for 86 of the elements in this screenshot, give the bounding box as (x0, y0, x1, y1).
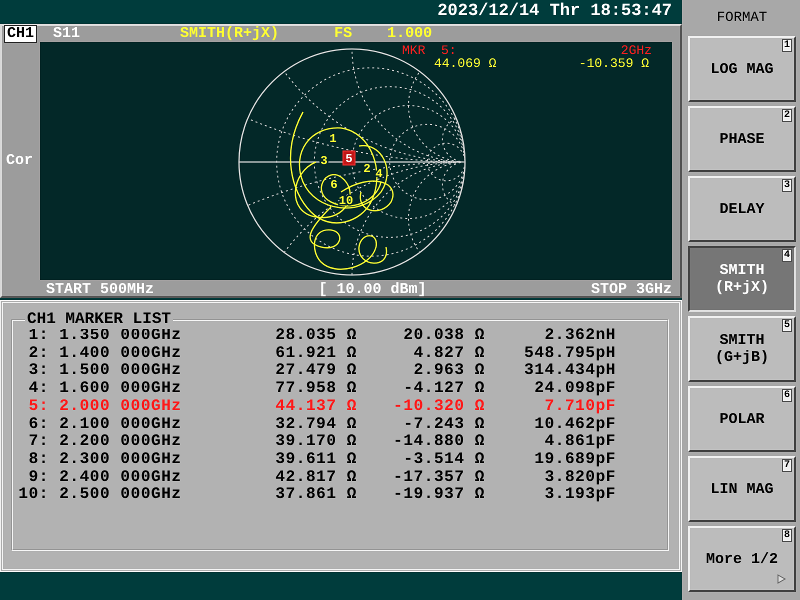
marker-number: 5 (345, 152, 353, 166)
marker-index: 4: (28, 379, 49, 398)
key-number: 5 (782, 319, 792, 332)
power-level: [ 10.00 dBm] (318, 280, 427, 300)
marker-resistance: 27.479 Ω (275, 361, 357, 380)
marker-equivalent: 2.362nH (544, 326, 616, 344)
key-number: 6 (782, 389, 792, 402)
marker-reactance: -19.937 Ω (393, 485, 485, 504)
marker-equivalent: 314.434pH (524, 361, 616, 380)
marker-frequency: 2.500 000GHz (58, 485, 182, 504)
marker-index: 2: (28, 344, 49, 362)
marker-resistance: 37.861 Ω (275, 485, 357, 504)
marker-number: 2 (363, 162, 371, 176)
marker-equivalent: 3.820pF (544, 468, 616, 486)
marker-equivalent: 7.710pF (544, 396, 616, 415)
key-number: 3 (782, 179, 792, 192)
marker-equivalent: 24.098pF (534, 379, 616, 398)
marker-reactance: -7.243 Ω (403, 414, 485, 433)
marker-number: 1 (329, 132, 337, 146)
marker-reactance: -10.320 Ω (393, 396, 485, 415)
marker-frequency: 1.400 000GHz (58, 344, 182, 362)
marker-resistance: 77.958 Ω (275, 379, 357, 398)
marker-frequency: 2.300 000GHz (58, 450, 182, 468)
format-softkey[interactable]: SMITH (R+jX) 4 (688, 246, 796, 312)
marker-index: 9: (28, 468, 49, 486)
date-time: 2023/12/14 Thr 18:53:47 (437, 1, 672, 24)
marker-resistance: 28.035 Ω (275, 326, 357, 344)
marker-reactance: 4.827 Ω (414, 344, 485, 362)
marker-equivalent: 4.861pF (544, 432, 616, 450)
marker-frequency: 1.500 000GHz (58, 361, 182, 380)
marker-equivalent: 19.689pF (534, 450, 616, 468)
menu-title: FORMAT (716, 8, 768, 28)
key-number: 1 (782, 39, 792, 52)
marker-index: 6: (28, 414, 49, 433)
scale-label: FS (334, 26, 352, 42)
marker-readout-label: MKR 5: (402, 44, 457, 57)
marker-equivalent: 548.795pH (524, 344, 616, 362)
marker-index: 8: (28, 450, 49, 468)
key-number: 8 (782, 529, 792, 542)
marker-resistance: 39.170 Ω (275, 432, 357, 450)
marker-resistance: 44.137 Ω (275, 396, 357, 415)
marker-number: 6 (330, 178, 338, 192)
marker-index: 5: (28, 396, 49, 415)
marker-index: 3: (28, 361, 49, 380)
channel-label: CH1 (4, 25, 38, 43)
format-softkey[interactable]: DELAY 3 (688, 176, 796, 242)
marker-equivalent: 3.193pF (544, 485, 616, 504)
marker-frequency: 1.600 000GHz (58, 379, 182, 398)
marker-reactance: -14.880 Ω (393, 432, 485, 450)
marker-frequency: 2.200 000GHz (58, 432, 182, 450)
format-softkey[interactable]: POLAR 6 (688, 386, 796, 452)
marker-readout-resistance: 44.069 Ω (434, 57, 496, 70)
stop-frequency: STOP 3GHz (590, 280, 672, 300)
scale-value: 1.000 (387, 26, 432, 42)
marker-reactance: 20.038 Ω (403, 326, 485, 344)
marker-frequency: 2.400 000GHz (58, 468, 182, 486)
marker-frequency: 2.000 000GHz (58, 396, 182, 415)
key-number: 2 (782, 109, 792, 122)
format-softkey[interactable]: LOG MAG 1 (688, 36, 796, 102)
marker-resistance: 32.794 Ω (275, 414, 357, 433)
marker-reactance: -4.127 Ω (403, 379, 485, 398)
format-softkey[interactable]: More 1/2 8 (688, 526, 796, 592)
marker-index: 1: (28, 326, 49, 344)
format-softkey[interactable]: SMITH (G+jB) 5 (688, 316, 796, 382)
key-number: 7 (782, 459, 792, 472)
marker-resistance: 42.817 Ω (275, 468, 357, 486)
correction-label: Cor (6, 150, 34, 171)
marker-reactance: -3.514 Ω (403, 450, 485, 468)
format-label: SMITH(R+jX) (180, 26, 280, 42)
parameter-label: S11 (53, 26, 80, 42)
marker-reactance: 2.963 Ω (414, 361, 485, 380)
marker-resistance: 61.921 Ω (275, 344, 357, 362)
marker-list-title: CH1 MARKER LIST (25, 309, 174, 329)
marker-equivalent: 10.462pF (534, 414, 616, 433)
marker-resistance: 39.611 Ω (275, 450, 357, 468)
format-softkey[interactable]: LIN MAG 7 (688, 456, 796, 522)
format-softkey[interactable]: PHASE 2 (688, 106, 796, 172)
marker-readout-frequency: 2GHz (620, 44, 652, 57)
marker-index: 10: (18, 485, 49, 504)
marker-frequency: 1.350 000GHz (58, 326, 182, 344)
marker-index: 7: (28, 432, 49, 450)
marker-readout-reactance: -10.359 Ω (578, 57, 649, 70)
marker-frequency: 2.100 000GHz (58, 414, 182, 433)
key-number: 4 (782, 249, 792, 262)
marker-reactance: -17.357 Ω (393, 468, 485, 486)
start-frequency: START 500MHz (46, 280, 154, 300)
